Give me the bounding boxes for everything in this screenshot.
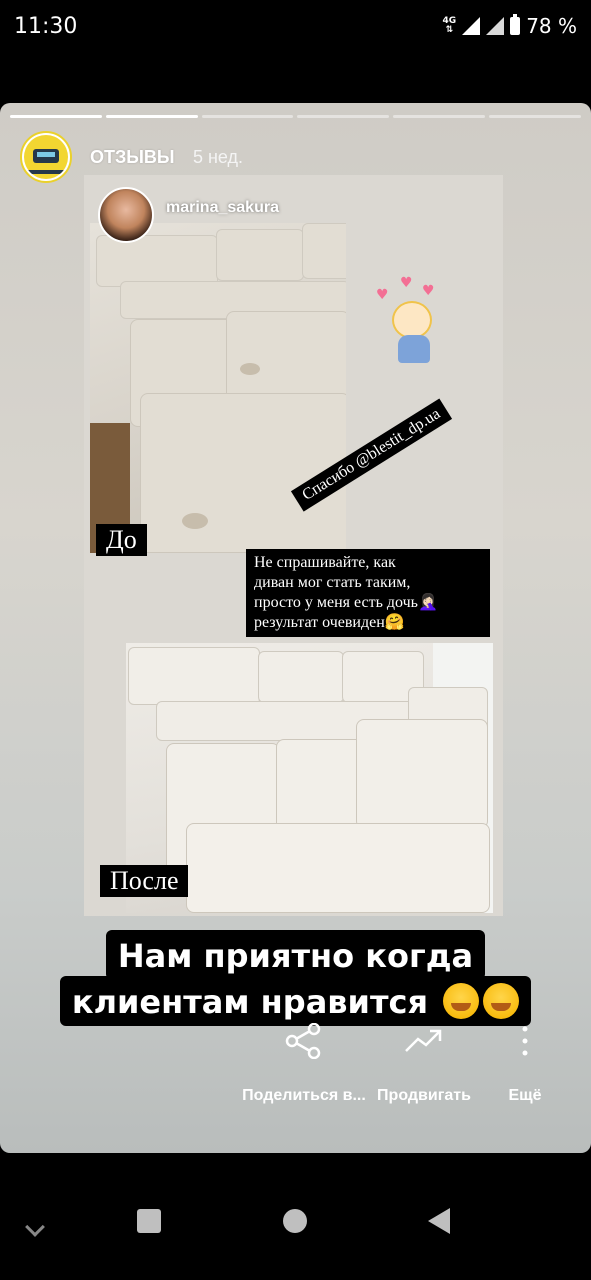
progress-segment: [105, 115, 198, 118]
hugging-face-icon: [483, 983, 520, 1019]
status-icons: 4G ⇅ 78 %: [443, 14, 577, 38]
trending-up-icon: [405, 1029, 442, 1052]
hugging-face-icon: [443, 983, 480, 1019]
share-label: Поделиться в...: [242, 1087, 366, 1104]
quote-line: результат очевиден🤗: [254, 614, 405, 631]
progress-segment: [393, 115, 486, 118]
caption-line-2: клиентам нравится: [71, 983, 429, 1021]
story-card[interactable]: ОТЗЫВЫ 5 нед. marina_sakura ♥ ♥ ♥ Спасиб…: [0, 103, 591, 1153]
heart-icon: ♥: [400, 275, 413, 291]
sofa-chaise: [140, 393, 346, 553]
after-label: После: [100, 865, 189, 897]
story-caption: Нам приятно когда клиентам нравится: [0, 930, 591, 1026]
signal-2-icon: [486, 17, 505, 35]
network-indicator: 4G ⇅: [443, 17, 457, 35]
stain: [240, 363, 260, 375]
back-button[interactable]: [428, 1208, 450, 1234]
progress-segment: [201, 115, 294, 118]
sofa-back-cushion: [128, 647, 260, 705]
chevron-down-icon[interactable]: [25, 1217, 45, 1237]
quote-line: просто у меня есть дочь🤦🏻‍♀️: [254, 594, 438, 611]
story-image: marina_sakura ♥ ♥ ♥ Спасибо @blestit_dp.…: [84, 175, 503, 916]
van-logo-icon: [24, 135, 68, 179]
sofa-chaise: [186, 823, 490, 913]
more-label: Ещё: [508, 1087, 542, 1104]
story-progress: [10, 115, 581, 118]
sofa-back-cushion: [302, 223, 346, 279]
sofa-back-cushion: [258, 651, 344, 703]
caption-line-1: Нам приятно когда: [105, 930, 486, 980]
progress-segment: [489, 115, 581, 118]
ig-username: marina_sakura: [166, 199, 279, 216]
promote-label: Продвигать: [377, 1087, 471, 1104]
battery-icon: [510, 14, 521, 35]
status-time: 11:30: [14, 14, 78, 39]
share-button[interactable]: Поделиться в...: [240, 1023, 368, 1105]
promote-button[interactable]: Продвигать: [364, 1023, 484, 1105]
more-button[interactable]: Ещё: [500, 1023, 550, 1105]
home-button[interactable]: [283, 1209, 307, 1233]
status-bar: 11:30 4G ⇅ 78 %: [0, 0, 591, 56]
quote-line: диван мог стать таким,: [254, 574, 411, 591]
sofa-chaise: [356, 719, 488, 829]
quote-text: Не спрашивайте, как диван мог стать таки…: [246, 549, 490, 637]
progress-segment: [297, 115, 390, 118]
more-vertical-icon: [522, 1026, 528, 1056]
signal-icon: [462, 17, 481, 35]
account-avatar[interactable]: [20, 131, 72, 183]
quote-line: Не спрашивайте, как: [254, 554, 396, 571]
recents-button[interactable]: [137, 1209, 161, 1233]
stain: [182, 513, 208, 529]
share-icon: [285, 1023, 321, 1059]
battery-level: 78 %: [526, 14, 577, 38]
girl-sticker-icon: [384, 295, 444, 375]
progress-segment: [10, 115, 102, 118]
sofa-seat: [226, 311, 346, 401]
before-label: До: [96, 524, 147, 556]
system-nav-bar: [0, 1160, 591, 1280]
user-avatar: [98, 187, 154, 243]
caption-line-2-wrap: клиентам нравится: [59, 976, 532, 1026]
data-arrows-icon: ⇅: [445, 25, 454, 35]
ig-user-tag: marina_sakura: [98, 187, 279, 243]
story-age: 5 нед.: [192, 146, 244, 167]
story-title[interactable]: ОТЗЫВЫ: [90, 147, 175, 167]
story-actions: Поделиться в... Продвигать Ещё: [240, 1023, 580, 1143]
